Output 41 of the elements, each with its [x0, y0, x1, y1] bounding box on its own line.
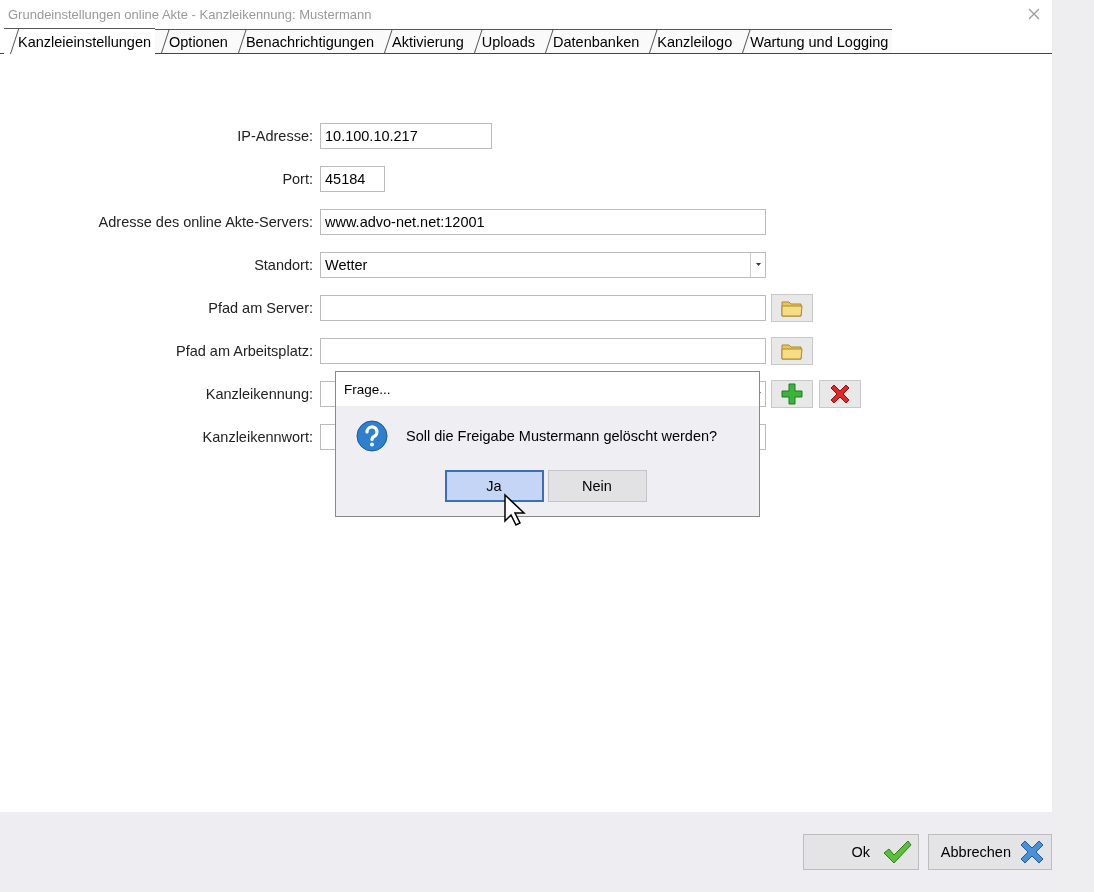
- mouse-pointer-icon: [503, 493, 529, 527]
- input-field[interactable]: 45184: [320, 165, 385, 192]
- cancel-button[interactable]: Abbrechen: [928, 834, 1052, 870]
- field-label: Adresse des online Akte-Servers:: [98, 213, 314, 230]
- dialog-message: Soll die Freigabe Mustermann gelöscht werden?: [406, 428, 718, 444]
- delete-button[interactable]: [819, 379, 861, 408]
- input-field[interactable]: 10.100.10.217: [320, 122, 492, 149]
- tab[interactable]: Datenbanken: [539, 29, 644, 53]
- tab[interactable]: Kanzleilogo: [643, 29, 737, 53]
- browse-button[interactable]: [771, 293, 813, 322]
- caret-icon: [755, 263, 761, 266]
- input-field[interactable]: www.advo-net.net:12001: [320, 208, 766, 235]
- checkmark-icon: [882, 839, 912, 865]
- dialog-title: Frage...: [344, 381, 391, 397]
- question-icon: [356, 420, 388, 452]
- cross-icon: [1019, 839, 1045, 865]
- dialog-button[interactable]: Nein: [547, 470, 647, 502]
- field-label: Pfad am Server:: [208, 299, 314, 316]
- tab[interactable]: Wartung und Logging: [736, 29, 893, 53]
- dropdown[interactable]: Wetter: [320, 251, 766, 278]
- ok-button[interactable]: Ok: [803, 834, 919, 870]
- plus-icon: [780, 381, 804, 406]
- field-label: Port:: [282, 170, 314, 187]
- tab[interactable]: Kanzleieinstellungen: [4, 28, 155, 54]
- field-label: IP-Adresse:: [237, 127, 314, 144]
- tab[interactable]: Optionen: [155, 29, 232, 53]
- field-label: Kanzleikennwort:: [202, 428, 314, 445]
- field-label: Kanzleikennung:: [205, 385, 314, 402]
- folder-icon: [781, 341, 803, 360]
- dialog-button[interactable]: Ja: [444, 470, 544, 502]
- field-label: Pfad am Arbeitsplatz:: [176, 342, 314, 359]
- window-title: Grundeinstellungen online Akte - Kanzleikennung: Mustermann: [8, 6, 372, 22]
- field-label: Standort:: [254, 256, 314, 273]
- browse-button[interactable]: [771, 336, 813, 365]
- folder-icon: [781, 298, 803, 317]
- tab[interactable]: Aktivierung: [378, 29, 468, 53]
- input-field[interactable]: [320, 337, 766, 364]
- tab[interactable]: Uploads: [467, 29, 539, 53]
- add-button[interactable]: [771, 379, 813, 408]
- input-field[interactable]: [320, 294, 766, 321]
- tab[interactable]: Benachrichtigungen: [231, 29, 379, 53]
